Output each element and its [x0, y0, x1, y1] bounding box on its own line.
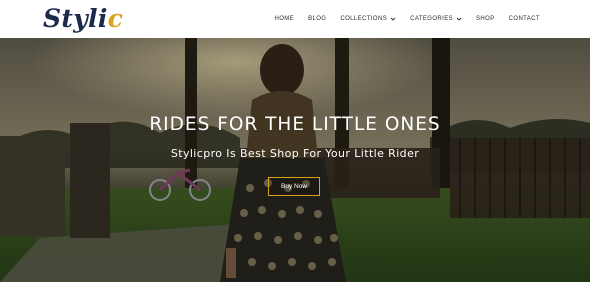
- hero-banner: RIDES FOR THE LITTLE ONES Stylicpro Is B…: [0, 38, 590, 282]
- site-logo[interactable]: Stylic: [43, 2, 123, 36]
- logo-accent-letter: c: [107, 4, 124, 33]
- nav-item-shop[interactable]: SHOP: [476, 16, 495, 22]
- chevron-down-icon: [390, 17, 396, 21]
- hero-title: RIDES FOR THE LITTLE ONES: [149, 114, 441, 135]
- hero-overlay: [0, 38, 590, 282]
- nav-item-label: SHOP: [476, 16, 495, 22]
- nav-item-blog[interactable]: BLOG: [308, 16, 326, 22]
- nav-item-contact[interactable]: CONTACT: [509, 16, 540, 22]
- nav-item-categories[interactable]: CATEGORIES: [410, 16, 462, 22]
- chevron-down-icon: [456, 17, 462, 21]
- nav-item-label: CONTACT: [508, 16, 540, 22]
- hero-subtitle: Stylicpro Is Best Shop For Your Little R…: [170, 147, 420, 160]
- nav-item-home[interactable]: HOME: [274, 16, 294, 22]
- page-bottom-strip: [0, 282, 590, 300]
- site-header: Stylic HOME BLOG COLLECTIONS CATEGORIES …: [0, 0, 590, 38]
- main-navigation: HOME BLOG COLLECTIONS CATEGORIES SHOP CO…: [260, 0, 540, 38]
- nav-item-label: BLOG: [308, 16, 327, 22]
- logo-text: Styli: [43, 4, 108, 33]
- nav-item-label: HOME: [274, 16, 295, 22]
- nav-item-collections[interactable]: COLLECTIONS: [340, 16, 396, 22]
- nav-item-label: CATEGORIES: [410, 16, 454, 22]
- nav-item-label: COLLECTIONS: [340, 16, 388, 22]
- buy-now-button[interactable]: Buy Now: [268, 177, 320, 196]
